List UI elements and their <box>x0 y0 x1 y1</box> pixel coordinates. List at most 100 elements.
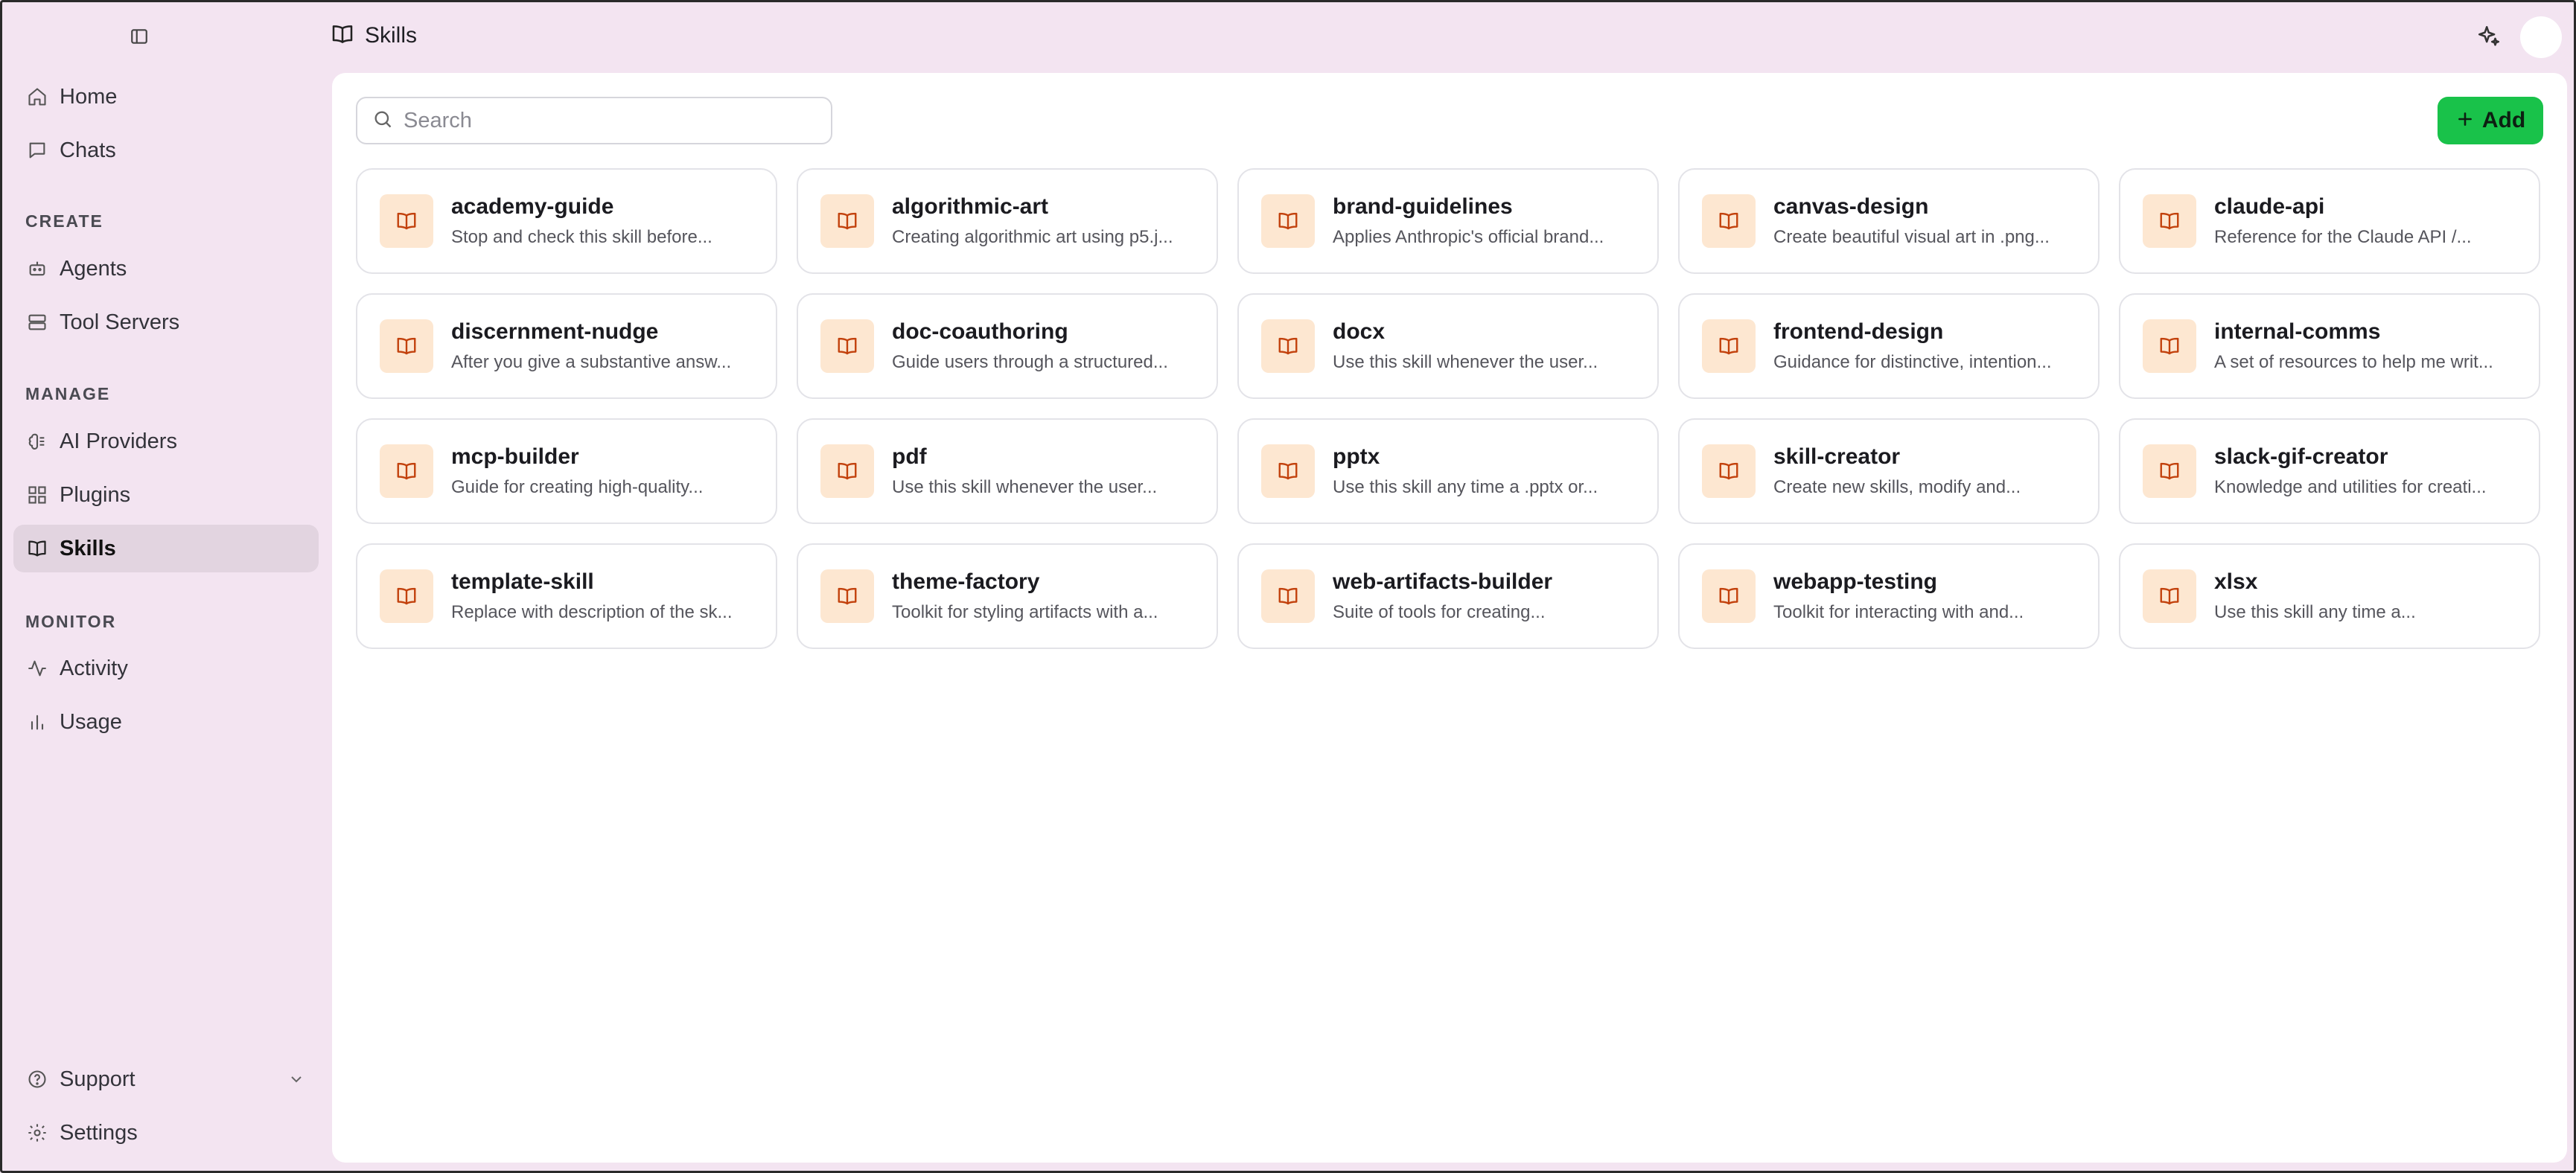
skill-description: Toolkit for styling artifacts with a... <box>892 602 1158 622</box>
skill-card-text: mcp-builder Guide for creating high-quali… <box>451 444 756 498</box>
skill-card-text: algorithmic-art Creating algorithmic art … <box>892 194 1197 248</box>
sidebar-item-plugins[interactable]: Plugins <box>13 471 319 519</box>
skill-card-text: discernment-nudge After you give a substa… <box>451 319 756 373</box>
skill-description: Suite of tools for creating... <box>1333 602 1546 622</box>
skill-card[interactable]: discernment-nudge After you give a substa… <box>356 293 777 399</box>
sidebar-item-ai-providers[interactable]: AI Providers <box>13 418 319 465</box>
skill-name: skill-creator <box>1773 444 1901 469</box>
book-icon <box>2143 569 2196 623</box>
skill-card[interactable]: pptx Use this skill any time a .pptx or..… <box>1237 418 1659 524</box>
skill-card-text: internal-comms A set of resources to help… <box>2214 319 2519 373</box>
skill-card[interactable]: xlsx Use this skill any time a... <box>2119 543 2540 649</box>
skill-description: Use this skill whenever the user... <box>1333 352 1598 372</box>
page-title: Skills <box>331 21 417 51</box>
skill-card-text: skill-creator Create new skills, modify a… <box>1773 444 2079 498</box>
sidebar-item-tool-servers[interactable]: Tool Servers <box>13 298 319 346</box>
add-button[interactable]: Add <box>2438 97 2543 144</box>
skill-card-text: brand-guidelines Applies Anthropic's offi… <box>1333 194 1638 248</box>
skill-description: Use this skill whenever the user... <box>892 477 1158 497</box>
skill-card[interactable]: doc-coauthoring Guide users through a str… <box>797 293 1218 399</box>
home-icon <box>25 85 49 109</box>
book-icon <box>820 194 874 248</box>
skill-card[interactable]: algorithmic-art Creating algorithmic art … <box>797 168 1218 274</box>
skill-description: Create new skills, modify and... <box>1773 477 2021 497</box>
skill-card[interactable]: docx Use this skill whenever the user... <box>1237 293 1659 399</box>
book-icon <box>1261 444 1315 498</box>
skill-description: Applies Anthropic's official brand... <box>1333 227 1604 247</box>
skill-card-text: canvas-design Create beautiful visual art… <box>1773 194 2079 248</box>
sidebar: Home Chats CREATE Agents Tool Servers MA… <box>0 0 332 1173</box>
server-icon <box>25 310 49 334</box>
chat-icon <box>25 138 49 162</box>
skill-name: mcp-builder <box>451 444 579 469</box>
bar-chart-icon <box>25 710 49 734</box>
sidebar-item-agents[interactable]: Agents <box>13 245 319 293</box>
skill-name: template-skill <box>451 569 594 594</box>
skill-name: xlsx <box>2214 569 2258 594</box>
skill-card[interactable]: canvas-design Create beautiful visual art… <box>1678 168 2100 274</box>
sidebar-item-home[interactable]: Home <box>13 73 319 121</box>
skill-name: brand-guidelines <box>1333 194 1513 219</box>
avatar[interactable] <box>2520 16 2562 58</box>
skill-name: academy-guide <box>451 194 614 219</box>
sidebar-item-label: Tool Servers <box>60 310 180 334</box>
skill-card[interactable]: skill-creator Create new skills, modify a… <box>1678 418 2100 524</box>
skill-name: webapp-testing <box>1773 569 1938 594</box>
skill-card-text: academy-guide Stop and check this skill b… <box>451 194 756 248</box>
skill-card[interactable]: theme-factory Toolkit for styling artifac… <box>797 543 1218 649</box>
skill-description: Use this skill any time a .pptx or... <box>1333 477 1598 497</box>
skill-card[interactable]: internal-comms A set of resources to help… <box>2119 293 2540 399</box>
skill-description: Guide users through a structured... <box>892 352 1168 372</box>
skill-card[interactable]: pdf Use this skill whenever the user... <box>797 418 1218 524</box>
skill-card-text: doc-coauthoring Guide users through a str… <box>892 319 1197 373</box>
skill-card[interactable]: webapp-testing Toolkit for interacting wi… <box>1678 543 2100 649</box>
book-icon <box>1702 194 1756 248</box>
section-label-create: CREATE <box>25 211 103 231</box>
sidebar-item-support[interactable]: Support <box>13 1055 319 1103</box>
main-panel: Add academy-guide Stop and check this ski… <box>332 73 2567 1163</box>
skill-card[interactable]: frontend-design Guidance for distinctive,… <box>1678 293 2100 399</box>
sidebar-item-activity[interactable]: Activity <box>13 645 319 692</box>
skill-card-text: webapp-testing Toolkit for interacting wi… <box>1773 569 2079 623</box>
skill-card[interactable]: mcp-builder Guide for creating high-quali… <box>356 418 777 524</box>
book-icon <box>1261 194 1315 248</box>
plugin-icon <box>25 483 49 507</box>
sidebar-item-label: Settings <box>60 1120 138 1145</box>
book-icon <box>820 319 874 373</box>
skill-card-text: claude-api Reference for the Claude API /… <box>2214 194 2519 248</box>
sidebar-item-label: Agents <box>60 256 127 281</box>
skill-card-text: slack-gif-creator Knowledge and utilities… <box>2214 444 2519 498</box>
book-icon <box>1261 319 1315 373</box>
skill-description: Knowledge and utilities for creati... <box>2214 477 2487 497</box>
skill-card[interactable]: slack-gif-creator Knowledge and utilities… <box>2119 418 2540 524</box>
chevron-down-icon[interactable] <box>287 1070 305 1092</box>
skill-description: After you give a substantive answ... <box>451 352 732 372</box>
skill-name: claude-api <box>2214 194 2325 219</box>
sidebar-item-chats[interactable]: Chats <box>13 127 319 174</box>
sparkle-icon[interactable] <box>2475 22 2503 51</box>
sidebar-item-skills[interactable]: Skills <box>13 525 319 572</box>
skill-card[interactable]: brand-guidelines Applies Anthropic's offi… <box>1237 168 1659 274</box>
skill-card[interactable]: academy-guide Stop and check this skill b… <box>356 168 777 274</box>
book-icon <box>820 569 874 623</box>
skill-name: algorithmic-art <box>892 194 1049 219</box>
search-input[interactable] <box>404 108 820 133</box>
search-box[interactable] <box>356 97 832 144</box>
skill-card[interactable]: web-artifacts-builder Suite of tools for … <box>1237 543 1659 649</box>
gear-icon <box>25 1121 49 1145</box>
book-icon <box>1702 569 1756 623</box>
sidebar-item-settings[interactable]: Settings <box>13 1109 319 1157</box>
skill-card-text: frontend-design Guidance for distinctive,… <box>1773 319 2079 373</box>
skill-card[interactable]: template-skill Replace with description o… <box>356 543 777 649</box>
sidebar-item-usage[interactable]: Usage <box>13 698 319 746</box>
book-icon <box>1702 444 1756 498</box>
skill-card[interactable]: claude-api Reference for the Claude API /… <box>2119 168 2540 274</box>
sidebar-toggle-icon[interactable] <box>128 25 150 48</box>
book-icon <box>820 444 874 498</box>
skill-description: Reference for the Claude API /... <box>2214 227 2472 247</box>
search-icon <box>372 109 393 133</box>
sidebar-item-label: Home <box>60 84 118 109</box>
skill-card-text: xlsx Use this skill any time a... <box>2214 569 2519 623</box>
book-icon <box>380 444 433 498</box>
skill-description: Toolkit for interacting with and... <box>1773 602 2024 622</box>
